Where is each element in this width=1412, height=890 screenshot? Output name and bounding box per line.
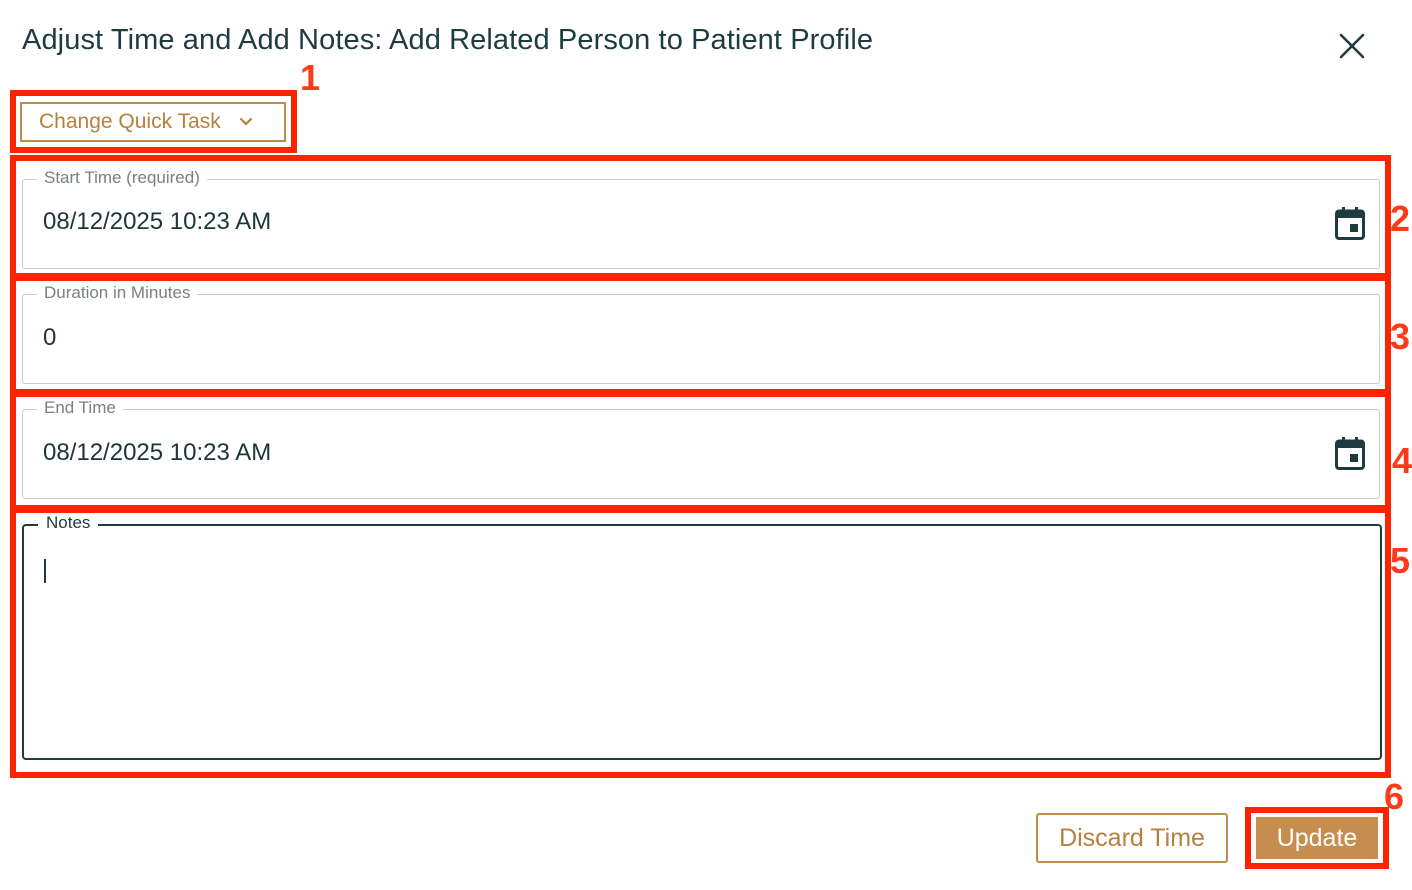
- end-time-label: End Time: [37, 398, 123, 418]
- close-button[interactable]: [1334, 28, 1370, 64]
- callout-number-6: 6: [1384, 776, 1405, 817]
- chevron-down-icon: [239, 117, 252, 126]
- change-quick-task-label: Change Quick Task: [39, 110, 221, 133]
- start-time-input[interactable]: 08/12/2025 10:23 AM: [43, 208, 271, 236]
- discard-time-button[interactable]: Discard Time: [1036, 813, 1228, 863]
- end-time-input[interactable]: 08/12/2025 10:23 AM: [43, 439, 271, 467]
- callout-number-4: 4: [1392, 440, 1412, 481]
- close-icon: [1339, 33, 1365, 59]
- text-caret: [44, 559, 46, 583]
- callout-number-3: 3: [1390, 316, 1411, 357]
- callout-number-1: 1: [300, 57, 321, 98]
- duration-input[interactable]: 0: [43, 324, 56, 352]
- duration-field[interactable]: Duration in Minutes 0: [22, 283, 1380, 384]
- duration-label: Duration in Minutes: [37, 283, 198, 303]
- callout-number-5: 5: [1390, 540, 1411, 581]
- notes-field[interactable]: Notes: [22, 513, 1382, 760]
- end-time-field[interactable]: End Time 08/12/2025 10:23 AM: [22, 398, 1380, 499]
- dialog-title: Adjust Time and Add Notes: Add Related P…: [22, 24, 874, 56]
- start-time-field[interactable]: Start Time (required) 08/12/2025 10:23 A…: [22, 168, 1380, 269]
- calendar-icon[interactable]: [1335, 206, 1365, 240]
- start-time-label: Start Time (required): [37, 168, 207, 188]
- update-button[interactable]: Update: [1256, 817, 1378, 859]
- change-quick-task-button[interactable]: Change Quick Task: [20, 102, 286, 142]
- callout-number-2: 2: [1390, 198, 1411, 239]
- calendar-icon[interactable]: [1335, 436, 1365, 470]
- notes-label: Notes: [38, 513, 99, 533]
